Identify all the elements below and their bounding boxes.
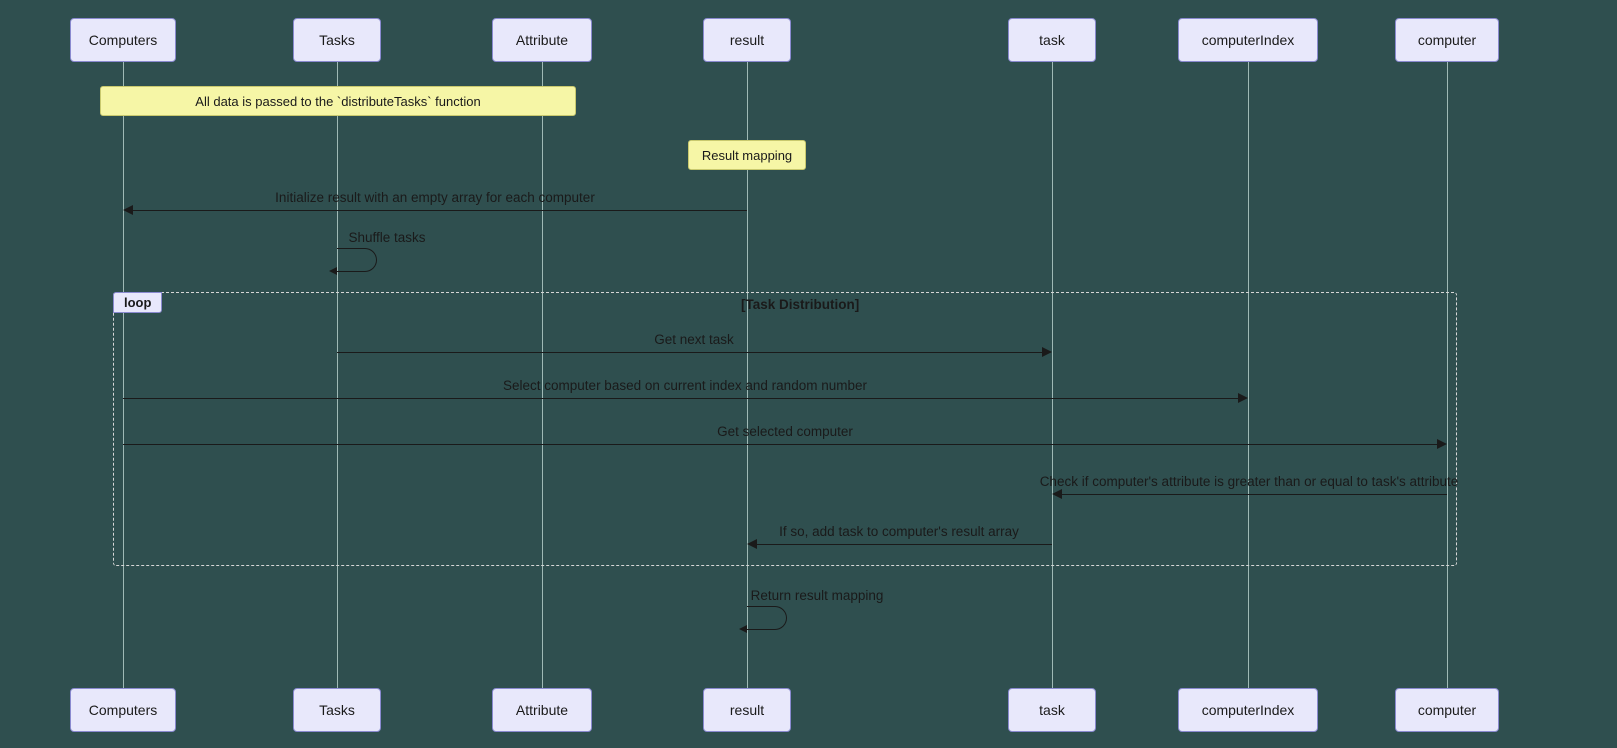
msg-shuffle: Shuffle tasks (348, 230, 425, 245)
actor-computers-bottom: Computers (70, 688, 176, 732)
actor-label: result (730, 32, 764, 48)
actor-computerindex-bottom: computerIndex (1178, 688, 1318, 732)
arrow-head-m5 (1437, 439, 1447, 449)
actor-label: task (1039, 32, 1065, 48)
actor-result-top: result (703, 18, 791, 62)
loop-title: [Task Distribution] (741, 297, 859, 312)
actor-label: computer (1418, 32, 1476, 48)
actor-tasks-top: Tasks (293, 18, 381, 62)
actor-label: Computers (89, 32, 157, 48)
actor-label: Computers (89, 702, 157, 718)
actor-result-bottom: result (703, 688, 791, 732)
actor-tasks-bottom: Tasks (293, 688, 381, 732)
arrow-m5 (123, 444, 1437, 445)
actor-attribute-bottom: Attribute (492, 688, 592, 732)
arrow-head-m7 (747, 539, 757, 549)
arrow-m6 (1062, 494, 1447, 495)
actor-label: Tasks (319, 702, 355, 718)
actor-computerindex-top: computerIndex (1178, 18, 1318, 62)
arrow-head-m6 (1052, 489, 1062, 499)
note-result-mapping: Result mapping (688, 140, 806, 170)
msg-get-next-task: Get next task (654, 332, 734, 347)
self-loop-shuffle (337, 248, 377, 272)
actor-task-bottom: task (1008, 688, 1096, 732)
actor-computer-bottom: computer (1395, 688, 1499, 732)
msg-check-attribute: Check if computer's attribute is greater… (1040, 474, 1459, 489)
msg-init-result: Initialize result with an empty array fo… (275, 190, 595, 205)
loop-tag: loop (113, 292, 162, 313)
arrow-head-m1 (123, 205, 133, 215)
actor-attribute-top: Attribute (492, 18, 592, 62)
arrow-m3 (337, 352, 1042, 353)
actor-label: Attribute (516, 32, 568, 48)
actor-label: computerIndex (1202, 32, 1295, 48)
arrow-m1 (133, 210, 747, 211)
actor-label: Tasks (319, 32, 355, 48)
msg-select-computer: Select computer based on current index a… (503, 378, 867, 393)
actor-label: computerIndex (1202, 702, 1295, 718)
msg-get-selected-computer: Get selected computer (717, 424, 853, 439)
actor-label: task (1039, 702, 1065, 718)
note-distribute-tasks: All data is passed to the `distributeTas… (100, 86, 576, 116)
arrow-m7 (757, 544, 1052, 545)
msg-add-task: If so, add task to computer's result arr… (779, 524, 1019, 539)
arrow-head-m3 (1042, 347, 1052, 357)
actor-label: Attribute (516, 702, 568, 718)
arrow-m4 (123, 398, 1238, 399)
actor-computers-top: Computers (70, 18, 176, 62)
actor-task-top: task (1008, 18, 1096, 62)
note-text: All data is passed to the `distributeTas… (195, 94, 480, 109)
actor-label: result (730, 702, 764, 718)
arrow-head-m4 (1238, 393, 1248, 403)
self-loop-return (747, 606, 787, 630)
msg-return-mapping: Return result mapping (751, 588, 884, 603)
actor-label: computer (1418, 702, 1476, 718)
actor-computer-top: computer (1395, 18, 1499, 62)
note-text: Result mapping (702, 148, 792, 163)
